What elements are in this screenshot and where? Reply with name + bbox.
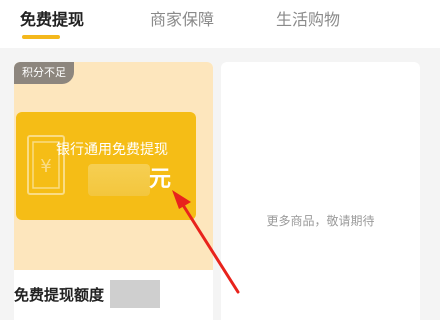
tab-life-shopping[interactable]: 生活购物 <box>276 9 340 31</box>
placeholder-card: 更多商品，敬请期待 <box>221 62 420 320</box>
withdrawal-voucher: ¥ 银行通用免费提现 元 <box>16 112 196 220</box>
active-tab-indicator <box>22 35 60 39</box>
voucher-currency-unit: 元 <box>149 167 172 192</box>
insufficient-points-badge: 积分不足 <box>14 62 74 84</box>
voucher-title: 银行通用免费提现 <box>56 142 168 158</box>
voucher-amount-redacted <box>88 164 150 196</box>
product-card[interactable]: 积分不足 ¥ 银行通用免费提现 元 免费提现额度 <box>14 62 213 320</box>
tab-merchant-guarantee[interactable]: 商家保障 <box>150 9 214 31</box>
product-name-redacted <box>110 280 160 308</box>
product-name: 免费提现额度 <box>14 286 105 304</box>
svg-text:¥: ¥ <box>40 156 51 177</box>
tab-bar: 免费提现 商家保障 生活购物 <box>0 0 440 48</box>
tab-free-withdrawal[interactable]: 免费提现 <box>20 9 84 31</box>
product-image: 积分不足 ¥ 银行通用免费提现 元 <box>14 62 213 270</box>
coming-soon-text: 更多商品，敬请期待 <box>266 214 375 228</box>
